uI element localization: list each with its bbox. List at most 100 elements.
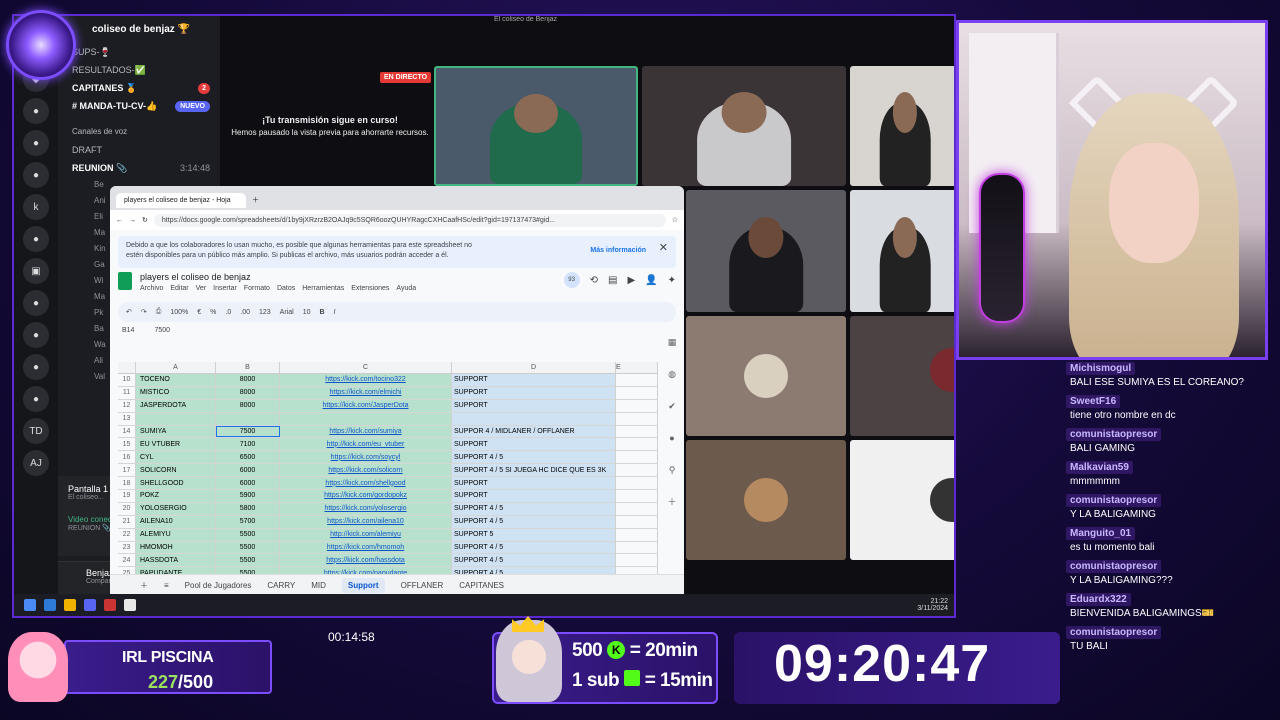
row-number[interactable]: 22 (118, 528, 136, 541)
gemini-icon[interactable]: ✦ (668, 275, 676, 286)
currency-button[interactable]: € (197, 309, 201, 316)
reload-icon[interactable]: ↻ (142, 216, 148, 224)
mmr-cell[interactable]: 6000 (216, 477, 280, 490)
kick-link-cell[interactable]: http://kick.com/eu_vtuber (280, 438, 452, 451)
webcam-tile[interactable] (850, 440, 954, 560)
sheet-tab[interactable]: CAPITANES (459, 581, 504, 590)
calendar-icon[interactable]: ▦ (664, 326, 680, 358)
empty-cell[interactable] (616, 528, 658, 541)
meet-icon[interactable]: ▶ (627, 275, 635, 286)
discord-taskbar-icon[interactable] (84, 599, 96, 611)
row-number[interactable]: 18 (118, 477, 136, 490)
row-number[interactable]: 11 (118, 386, 136, 399)
server-icon[interactable]: ● (23, 322, 49, 348)
history-icon[interactable]: ⟲ (590, 275, 598, 286)
row-number[interactable]: 12 (118, 399, 136, 412)
channel-item[interactable]: CAPITANES 🏅 2 (58, 80, 220, 98)
kick-link-cell[interactable]: https://kick.com/shellgood (280, 477, 452, 490)
menu-item[interactable]: Insertar (213, 285, 237, 292)
role-cell[interactable]: SUPPORT (452, 374, 616, 386)
webcam-tile[interactable] (686, 190, 846, 312)
kick-link-cell[interactable]: https://kick.com/solicorn (280, 464, 452, 477)
comment-icon[interactable]: ▤ (608, 275, 617, 286)
kick-link-cell[interactable]: https://kick.com/gordopokz (280, 490, 452, 502)
name-box[interactable]: B14 (122, 327, 134, 334)
channel-item[interactable]: RESULTADOS-✅ (58, 62, 220, 80)
browser-tab[interactable]: players el coliseo de benjaz - Hoja (116, 192, 246, 208)
player-name-cell[interactable]: ALEMIYU (136, 528, 216, 541)
chat-username[interactable]: Eduardx322 (1066, 593, 1131, 606)
empty-cell[interactable] (616, 374, 658, 386)
back-icon[interactable]: ← (116, 217, 123, 224)
mmr-cell[interactable]: 8000 (216, 374, 280, 386)
sheet-title[interactable]: players el coliseo de benjaz (140, 272, 423, 282)
mmr-cell[interactable]: 6500 (216, 451, 280, 464)
chat-username[interactable]: Manguito_01 (1066, 527, 1136, 540)
menu-item[interactable]: Ayuda (396, 285, 416, 292)
player-name-cell[interactable] (136, 412, 216, 425)
empty-cell[interactable] (616, 451, 658, 464)
player-name-cell[interactable]: SHELLGOOD (136, 477, 216, 490)
player-name-cell[interactable]: SUMIYA (136, 425, 216, 438)
role-cell[interactable]: SUPPORT 4 / 5 (452, 554, 616, 567)
kick-link-cell[interactable]: http://kick.com/alemiyu (280, 528, 452, 541)
row-number[interactable]: 14 (118, 425, 136, 438)
font-size-input[interactable]: 10 (303, 309, 311, 316)
guild-name[interactable]: coliseo de benjaz 🏆 (58, 16, 220, 44)
empty-cell[interactable] (616, 425, 658, 438)
voice-channel-reunion[interactable]: REUNION 📎 3:14:48 (58, 160, 220, 178)
chrome-icon[interactable] (124, 599, 136, 611)
chat-username[interactable]: Michismogul (1066, 362, 1136, 375)
menu-item[interactable]: Editar (170, 285, 188, 292)
kick-link-cell[interactable]: https://kick.com/soycyl (280, 451, 452, 464)
player-name-cell[interactable]: EU VTUBER (136, 438, 216, 451)
mmr-cell[interactable]: 5500 (216, 541, 280, 554)
sheet-tab-active[interactable]: Support (341, 578, 385, 593)
bold-button[interactable]: B (319, 309, 324, 316)
server-icon[interactable]: AJ (23, 450, 49, 476)
empty-cell[interactable] (616, 490, 658, 502)
start-icon[interactable] (24, 599, 36, 611)
server-icon[interactable]: ▣ (23, 258, 49, 284)
role-cell[interactable]: SUPPORT 4 / 5 SI JUEGA HC DICE QUE ES 3K (452, 464, 616, 477)
kick-link-cell[interactable]: https://kick.com/elmichi (280, 386, 452, 399)
channel-item[interactable]: # MANDA-TU-CV-👍 NUEVO (58, 98, 220, 116)
folder-icon[interactable] (64, 599, 76, 611)
player-name-cell[interactable]: HASSDOTA (136, 554, 216, 567)
mmr-cell[interactable]: 5500 (216, 528, 280, 541)
mmr-cell[interactable]: 5700 (216, 515, 280, 528)
voice-category[interactable]: Canales de voz (58, 124, 220, 142)
percent-button[interactable]: % (210, 309, 216, 316)
chat-username[interactable]: comunistaopresor (1066, 560, 1162, 573)
role-cell[interactable]: SUPPORT (452, 477, 616, 490)
player-name-cell[interactable]: POKZ (136, 490, 216, 502)
tasks-icon[interactable]: ✔ (664, 390, 680, 422)
webcam-tile[interactable] (850, 66, 954, 186)
new-tab-icon[interactable]: ＋ (252, 195, 259, 205)
sheet-tab[interactable]: OFFLANER (401, 581, 444, 590)
webcam-tile[interactable] (642, 66, 846, 186)
kick-link-cell[interactable]: https://kick.com/yolosergio (280, 502, 452, 515)
keep-icon[interactable]: ◍ (664, 358, 680, 390)
mmr-cell[interactable]: 7500 (216, 425, 280, 438)
column-header[interactable] (118, 362, 136, 373)
mmr-cell[interactable]: 7100 (216, 438, 280, 451)
font-select[interactable]: Arial (280, 309, 294, 316)
mmr-cell[interactable]: 8000 (216, 399, 280, 412)
maps-icon[interactable]: ⚲ (664, 454, 680, 486)
webcam-tile[interactable] (434, 66, 638, 186)
redo-icon[interactable]: ↷ (141, 308, 147, 316)
kick-link-cell[interactable]: https://kick.com/ailena10 (280, 515, 452, 528)
sheet-tab[interactable]: MID (311, 581, 326, 590)
mmr-cell[interactable]: 5900 (216, 490, 280, 502)
menu-item[interactable]: Herramientas (302, 285, 344, 292)
webcam-tile[interactable] (850, 190, 954, 312)
row-number[interactable]: 13 (118, 412, 136, 425)
chat-username[interactable]: comunistaopresor (1066, 626, 1162, 639)
server-icon[interactable]: ● (23, 290, 49, 316)
player-name-cell[interactable]: JASPERDOTA (136, 399, 216, 412)
sheets-logo-icon[interactable] (118, 272, 132, 290)
mmr-cell[interactable]: 8000 (216, 386, 280, 399)
undo-icon[interactable]: ↶ (126, 308, 132, 316)
kick-link-cell[interactable] (280, 412, 452, 425)
